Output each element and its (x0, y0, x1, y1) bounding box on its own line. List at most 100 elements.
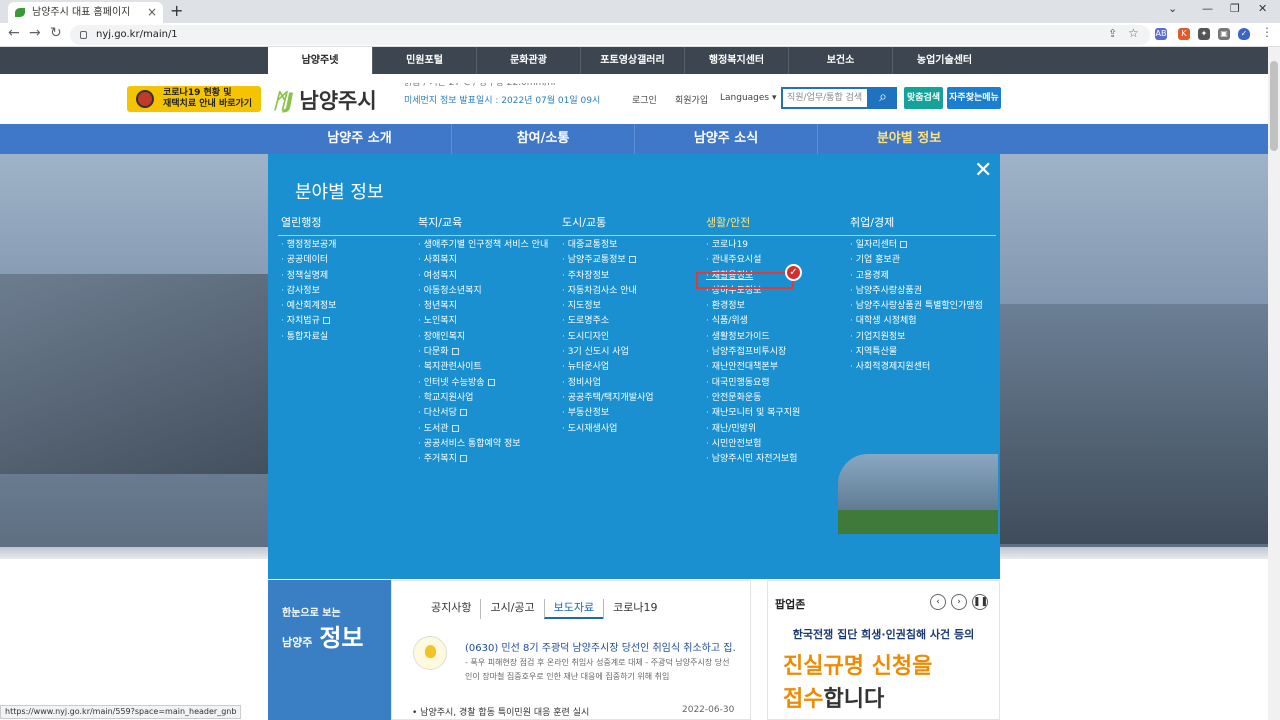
gnb-field-info[interactable]: 분야별 정보 (817, 124, 1000, 154)
portal-tab-health[interactable]: 보건소 (788, 47, 892, 74)
popup-line3[interactable]: 접수합니다 (783, 681, 884, 713)
info-banner[interactable]: 한눈으로 보는 남양주 정보 (268, 580, 391, 720)
menu-item[interactable]: 도시재생사업 (562, 422, 654, 437)
menu-item[interactable]: 고용경제 (850, 269, 983, 284)
menu-item[interactable]: 남양주사랑상품권 특별할인가맹점 (850, 299, 983, 314)
custom-search-button[interactable]: 맞춤검색 (904, 87, 943, 109)
news-list-item[interactable]: • 남양주시, 경찰 합동 특이민원 대응 훈련 실시 (412, 705, 589, 718)
menu-item-with-ext[interactable]: 인터넷 수능방송 (418, 376, 548, 391)
menu-item[interactable]: 코로나19 (706, 238, 800, 253)
menu-item[interactable]: 재난모니터 및 복구지원 (706, 406, 801, 421)
forward-icon[interactable]: → (29, 25, 41, 41)
next-icon[interactable]: › (951, 594, 967, 610)
menu-item-with-ext[interactable]: 자치법규 (281, 314, 336, 329)
menu-item[interactable]: 여성복지 (418, 269, 548, 284)
menu-item[interactable]: 식품/위생 (706, 314, 800, 329)
pause-icon[interactable]: ❚❚ (972, 594, 988, 610)
login-link[interactable]: 로그인 (632, 93, 657, 106)
languages-dropdown[interactable]: Languages ▾ (720, 93, 777, 103)
portal-tab-photo[interactable]: 포토영상갤러리 (580, 47, 684, 74)
menu-item[interactable]: 재난안전대책본부 (706, 360, 800, 375)
portal-tab-nyjnet[interactable]: 남양주넷 (268, 47, 372, 74)
faq-menu-button[interactable]: 자주찾는메뉴 (947, 87, 1001, 109)
menu-item-with-ext[interactable]: 일자리센터 (850, 238, 983, 253)
extensions-icon[interactable]: ▣ (1218, 28, 1230, 40)
reload-icon[interactable]: ↻ (50, 25, 62, 41)
menu-item[interactable]: 도시디자인 (562, 330, 654, 345)
menu-item[interactable]: 장애인복지 (418, 330, 548, 345)
news-headline[interactable]: (0630) 민선 8기 주광덕 남양주시장 당선인 취임식 취소하고 집… (465, 639, 735, 654)
tab-notice[interactable]: 공지사항 (422, 599, 480, 619)
menu-item[interactable]: 공공서비스 통합예약 정보 (418, 437, 548, 452)
tab-covid[interactable]: 코로나19 (603, 599, 666, 619)
covid-banner-button[interactable]: 코로나19 현황 및 재택치료 안내 바로가기 (127, 86, 261, 112)
menu-item[interactable]: 사회복지 (418, 253, 548, 268)
gnb-news[interactable]: 남양주 소식 (634, 124, 817, 154)
menu-item[interactable]: 복지관련사이트 (418, 360, 548, 375)
menu-item-with-ext[interactable]: 도서관 (418, 422, 548, 437)
menu-item[interactable]: 남양주사랑상품권 (850, 284, 983, 299)
extension-ab-icon[interactable]: AB (1155, 28, 1167, 40)
close-tab-icon[interactable]: × (147, 2, 157, 23)
menu-item[interactable]: 대중교통정보 (562, 238, 654, 253)
popup-line2[interactable]: 진실규명 신청을 (783, 648, 932, 680)
column-heading[interactable]: 복지/교육 (418, 214, 548, 229)
menu-item[interactable]: 행정정보공개 (281, 238, 337, 253)
menu-item[interactable]: 감사정보 (281, 284, 336, 299)
portal-tab-minwon[interactable]: 민원포털 (372, 47, 476, 74)
portal-tab-culture[interactable]: 문화관광 (476, 47, 580, 74)
menu-item[interactable]: 남양주접프비투시장 (706, 345, 800, 360)
menu-item[interactable]: 청년복지 (418, 299, 548, 314)
column-heading[interactable]: 취업/경제 (850, 214, 983, 229)
gnb-intro[interactable]: 남양주 소개 (268, 124, 451, 154)
shield-icon[interactable]: ✓ (1238, 28, 1250, 40)
tab-press[interactable]: 보도자료 (543, 599, 604, 619)
extension-puzzle-icon[interactable]: ✦ (1198, 28, 1210, 40)
menu-item[interactable]: 부동산정보 (562, 406, 654, 421)
gnb-participation[interactable]: 참여/소통 (451, 124, 634, 154)
menu-item-with-ext[interactable]: 다문화 (418, 345, 548, 360)
close-menu-icon[interactable]: ✕ (974, 158, 992, 183)
menu-item[interactable]: 안전문화운동 (706, 391, 800, 406)
scrollbar-thumb[interactable] (1270, 61, 1278, 151)
menu-item[interactable]: 아동청소년복지 (418, 284, 548, 299)
portal-tab-agri[interactable]: 농업기술센터 (892, 47, 996, 74)
menu-item[interactable]: 공공데이터 (281, 253, 336, 268)
menu-item[interactable]: 재난/민방위 (706, 422, 800, 437)
site-logo[interactable]: ᛗJ 남양주시 (273, 85, 377, 115)
menu-item-with-ext[interactable]: 다산서당 (418, 406, 548, 421)
column-heading[interactable]: 도시/교통 (562, 214, 654, 229)
menu-item[interactable]: 지도정보 (562, 299, 654, 314)
column-heading[interactable]: 열린행정 (281, 214, 336, 229)
browser-tab[interactable]: 남양주시 대표 홈페이지 × (8, 2, 163, 23)
menu-item[interactable]: 주차장정보 (562, 269, 654, 284)
menu-item[interactable]: 시민안전보험 (706, 437, 800, 452)
menu-item[interactable]: 대학생 시정체험 (850, 314, 983, 329)
menu-item[interactable]: 노인복지 (418, 314, 548, 329)
menu-item[interactable]: 생활정보가이드 (706, 330, 800, 345)
bookmark-star-icon[interactable]: ☆ (1128, 26, 1139, 40)
menu-item[interactable]: 기업지원정보 (850, 330, 983, 345)
menu-item[interactable]: 사회적경제지원센터 (850, 360, 983, 375)
portal-tab-welfare-center[interactable]: 행정복지센터 (684, 47, 788, 74)
menu-item[interactable]: 남양주시민 자전거보험 (706, 452, 800, 467)
tab-announcement[interactable]: 고시/공고 (480, 599, 543, 619)
column-heading[interactable]: 생활/안전 (706, 214, 800, 229)
prev-icon[interactable]: ‹ (930, 594, 946, 610)
popup-line1[interactable]: 한국전쟁 집단 희생·인권침해 사건 등의 (768, 626, 999, 642)
menu-item[interactable]: 뉴타운사업 (562, 360, 654, 375)
menu-item[interactable]: 통합자료실 (281, 330, 336, 345)
menu-item[interactable]: 환경정보 (706, 299, 800, 314)
menu-item[interactable]: 자동차검사소 안내 (562, 284, 654, 299)
minimize-icon[interactable]: — (1202, 2, 1213, 15)
menu-item[interactable]: 도로명주소 (562, 314, 654, 329)
search-button[interactable]: ⌕ (869, 87, 897, 109)
menu-item[interactable]: 생애주기별 인구정책 서비스 안내 (418, 238, 549, 253)
menu-item-with-ext[interactable]: 남양주교통정보 (562, 253, 654, 268)
menu-item[interactable]: 학교지원사업 (418, 391, 548, 406)
menu-item[interactable]: 공공주택/택지개발사업 (562, 391, 654, 406)
menu-item[interactable]: 지역특산물 (850, 345, 983, 360)
menu-item[interactable]: 정비사업 (562, 376, 654, 391)
menu-item-with-ext[interactable]: 주거복지 (418, 452, 548, 467)
page-scrollbar[interactable] (1268, 47, 1280, 720)
